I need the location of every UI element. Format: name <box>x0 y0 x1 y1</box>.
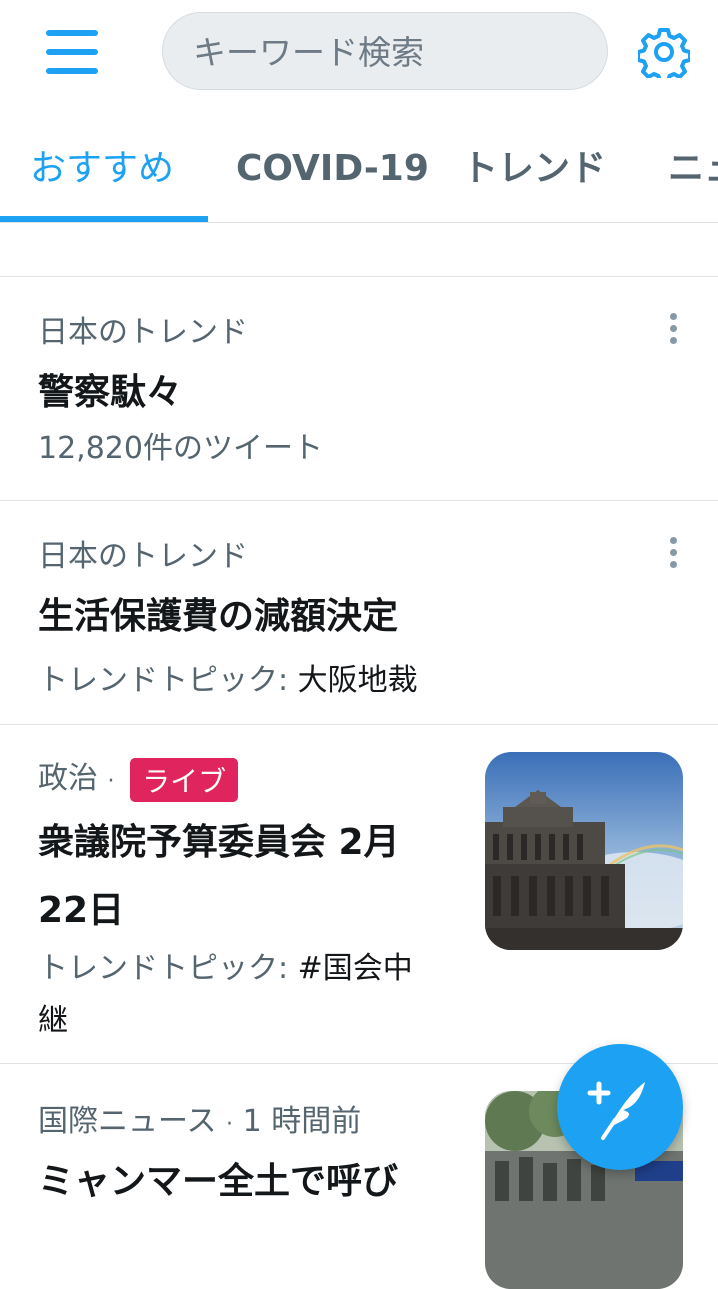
trend-topic-value: #国会中 <box>297 951 413 986</box>
news-category: 政治 <box>38 761 98 796</box>
trend-topic-label: トレンドトピック: <box>38 951 289 986</box>
more-options-icon[interactable] <box>660 533 686 573</box>
news-category: 国際ニュース <box>38 1104 217 1139</box>
live-badge: ライブ <box>130 757 239 802</box>
compose-tweet-button[interactable] <box>557 1044 683 1170</box>
news-category-row: 国際ニュース · 1 時間前 <box>38 1096 361 1140</box>
trend-topic-value: 大阪地裁 <box>297 663 418 698</box>
dot-separator: · <box>107 769 115 794</box>
scrolled-content-remnant <box>38 206 158 236</box>
trend-topic-label: トレンドトピック: <box>38 663 289 698</box>
trend-title: 生活保護費の減額決定 <box>38 596 399 637</box>
trend-category: 日本のトレンド <box>38 539 248 574</box>
news-title-line: 衆議院予算委員会 2月 <box>38 822 400 863</box>
trend-category: 日本のトレンド <box>38 315 248 350</box>
news-category-row: 政治 · ライブ <box>38 753 239 802</box>
hamburger-menu-icon[interactable] <box>46 30 98 74</box>
news-title-line: 22日 <box>38 890 125 931</box>
trend-item[interactable]: 日本のトレンド 警察駄々 12,820件のツイート <box>0 277 718 500</box>
diet-building-thumbnail[interactable] <box>485 752 683 950</box>
trend-title: 警察駄々 <box>38 372 183 413</box>
news-time: 1 時間前 <box>242 1104 362 1139</box>
trend-topic-value-cont: 継 <box>38 1003 68 1038</box>
news-title: ミャンマー全土で呼び <box>38 1161 399 1202</box>
compose-tweet-icon <box>587 1081 645 1140</box>
dot-separator: · <box>226 1112 234 1137</box>
tab-news[interactable]: ニュ <box>668 110 718 222</box>
tab-covid19[interactable]: COVID-19 <box>236 110 429 222</box>
gear-icon[interactable] <box>638 26 690 78</box>
tab-trends[interactable]: トレンド <box>462 110 606 222</box>
trend-item[interactable]: 日本のトレンド 生活保護費の減額決定 トレンドトピック: 大阪地裁 <box>0 501 718 724</box>
trend-topic: トレンドトピック: 大阪地裁 <box>38 655 418 699</box>
search-bar[interactable] <box>162 12 608 91</box>
more-options-icon[interactable] <box>660 309 686 349</box>
tweet-count: 12,820件のツイート <box>38 431 323 466</box>
top-bar <box>0 0 718 110</box>
trend-topic: トレンドトピック: #国会中 継 <box>38 943 413 1047</box>
search-input[interactable] <box>191 13 595 91</box>
news-title: 衆議院予算委員会 2月 22日 <box>38 813 458 933</box>
news-item[interactable]: 政治 · ライブ 衆議院予算委員会 2月 22日 トレンドトピック: #国会中 … <box>0 725 718 1063</box>
